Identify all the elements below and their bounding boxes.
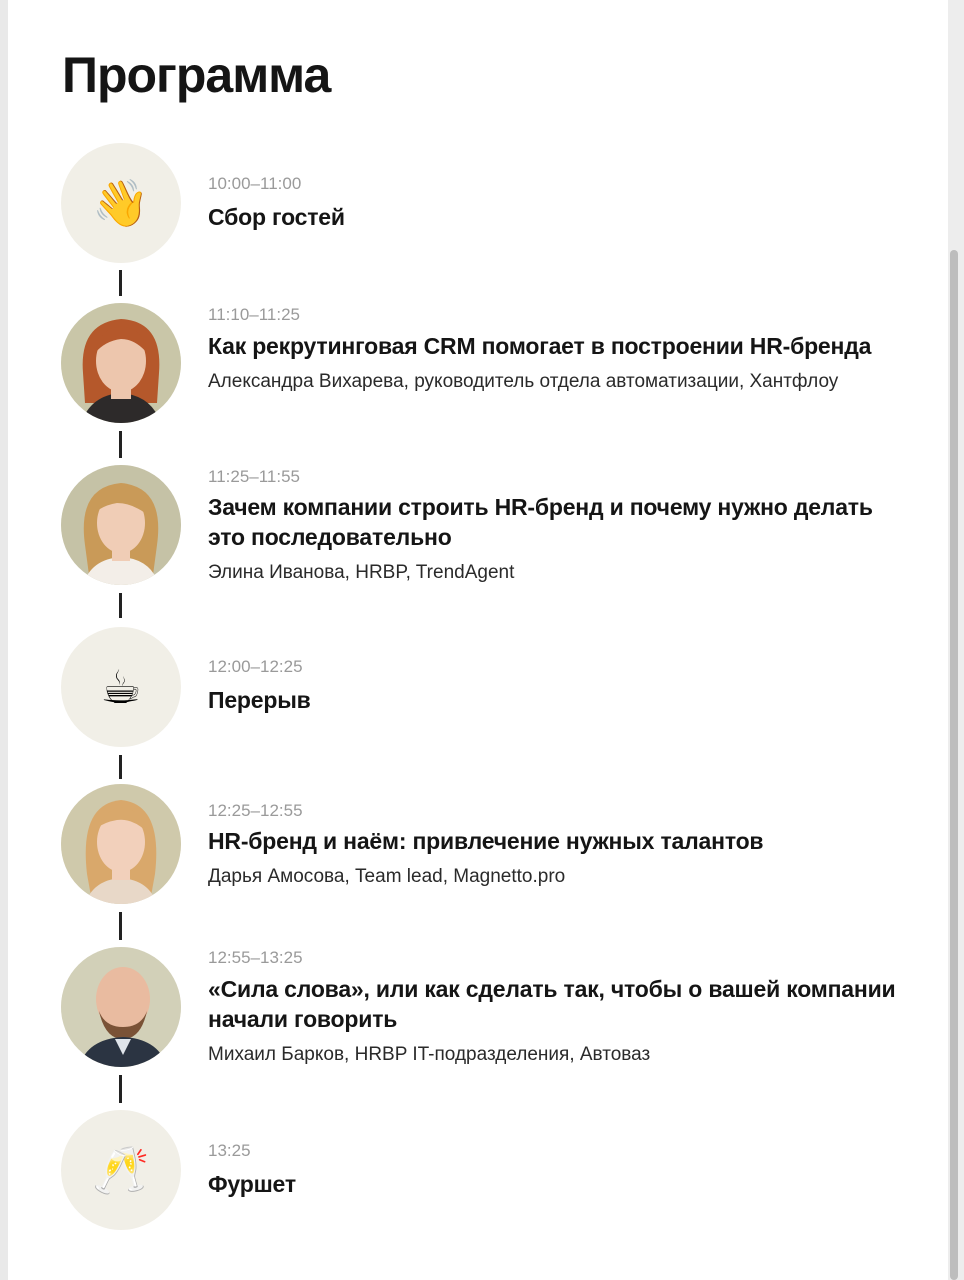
- speaker-photo-avatar: [61, 303, 181, 423]
- page-title: Программа: [62, 47, 331, 103]
- champagne-glasses-glyph: 🥂: [92, 1144, 150, 1196]
- waving-hand-icon: 👋: [61, 143, 181, 263]
- item-title: Зачем компании строить HR-бренд и почему…: [208, 494, 873, 550]
- item-time: 11:10–11:25: [208, 305, 301, 324]
- timeline-connector: [119, 1075, 122, 1103]
- item-time: 10:00–11:00: [208, 174, 302, 193]
- item-title: «Сила слова», или как сделать так, чтобы…: [208, 976, 896, 1032]
- coffee-cup-icon: ☕: [61, 627, 181, 747]
- speaker-photo: [61, 947, 181, 1067]
- scrollbar-track[interactable]: [948, 0, 964, 1280]
- speaker-photo-avatar: [61, 947, 181, 1067]
- item-speaker: Александра Вихарева, руководитель отдела…: [208, 371, 839, 392]
- waving-hand-glyph: 👋: [92, 177, 150, 229]
- speaker-photo-avatar: [61, 784, 181, 904]
- item-speaker: Михаил Барков, HRBP IT-подразделения, Ав…: [208, 1044, 651, 1065]
- champagne-glasses-icon: 🥂: [61, 1110, 181, 1230]
- speaker-photo: [61, 303, 181, 423]
- timeline-connector: [119, 431, 122, 458]
- scrollbar-thumb[interactable]: [950, 250, 958, 1280]
- item-time: 13:25: [208, 1141, 251, 1160]
- item-title: Фуршет: [208, 1171, 296, 1197]
- item-title: Сбор гостей: [208, 204, 345, 230]
- item-speaker: Элина Иванова, HRBP, TrendAgent: [208, 562, 515, 583]
- timeline-connector: [119, 755, 122, 779]
- item-title: HR-бренд и наём: привлечение нужных тала…: [208, 828, 764, 854]
- timeline-connector: [119, 270, 122, 296]
- timeline-connector: [119, 593, 122, 618]
- item-time: 11:25–11:55: [208, 467, 301, 486]
- timeline-connector: [119, 912, 122, 940]
- item-title: Как рекрутинговая CRM помогает в построе…: [208, 333, 872, 359]
- speaker-photo: [61, 465, 181, 585]
- item-time: 12:00–12:25: [208, 657, 303, 676]
- item-title: Перерыв: [208, 687, 311, 713]
- coffee-cup-glyph: ☕: [100, 661, 142, 713]
- item-time: 12:25–12:55: [208, 801, 303, 820]
- speaker-photo-avatar: [61, 465, 181, 585]
- item-time: 12:55–13:25: [208, 948, 303, 967]
- speaker-photo: [61, 784, 181, 904]
- item-speaker: Дарья Амосова, Team lead, Magnetto.pro: [208, 866, 566, 887]
- program-page: Программа 👋 10:00–11:00 Сбор гостей 11:1…: [8, 0, 956, 1280]
